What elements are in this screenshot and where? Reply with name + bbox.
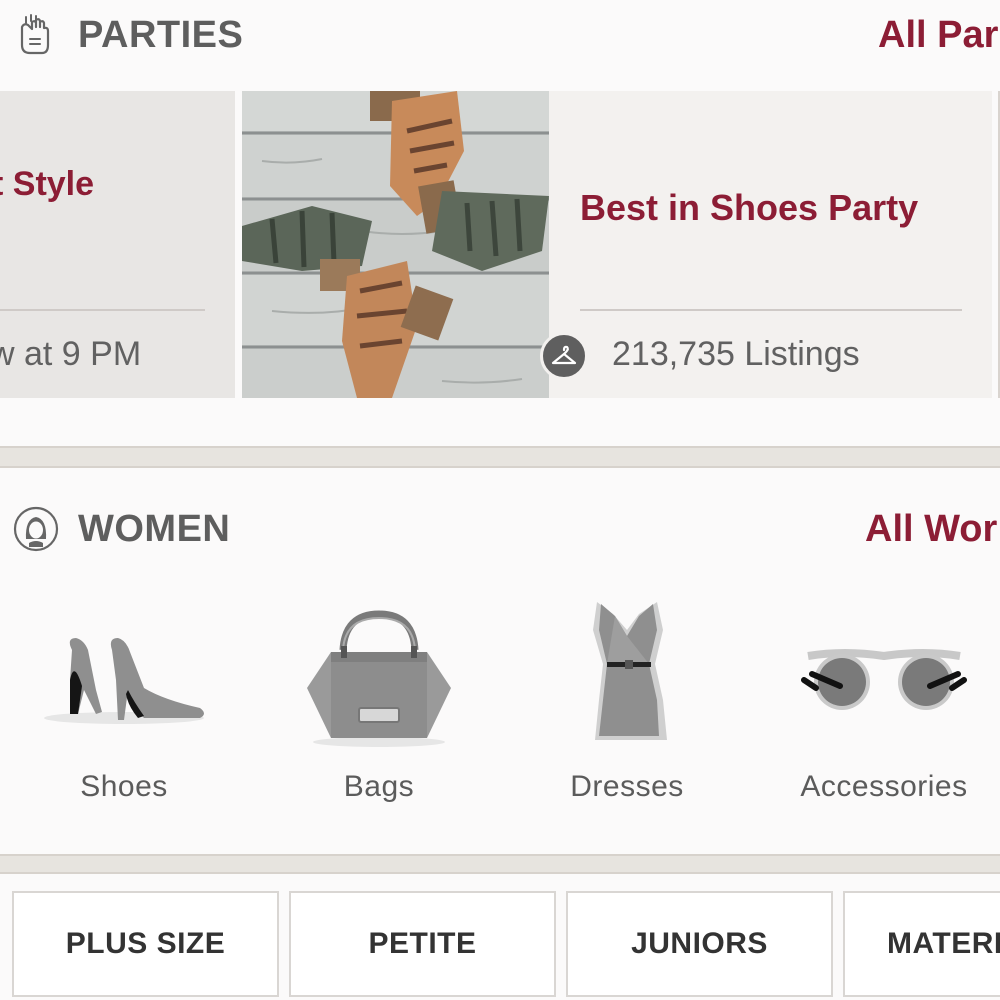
parties-header: PARTIES All Par — [0, 0, 1000, 70]
hanger-icon — [540, 332, 588, 380]
category-dresses[interactable]: Dresses — [507, 590, 747, 810]
category-label: Bags — [343, 770, 415, 803]
party-card-best-in-shoes[interactable]: Best in Shoes Party 213,735 Listings — [242, 91, 992, 398]
party-carousel[interactable]: t Style w at 9 PM Best in Shoes Party 21… — [0, 91, 1000, 398]
women-header: WOMEN All Wor — [0, 494, 1000, 564]
dress-icon — [593, 602, 667, 740]
heels-icon — [44, 638, 204, 724]
plus-size-button[interactable]: PLUS SIZE — [12, 891, 279, 997]
parties-title: PARTIES — [78, 13, 244, 56]
party-card[interactable]: t Style w at 9 PM — [0, 91, 235, 398]
sunglasses-icon — [801, 649, 967, 710]
juniors-button[interactable]: JUNIORS — [566, 891, 833, 997]
maternity-button[interactable]: MATERI — [843, 891, 1000, 997]
section-divider — [0, 446, 1000, 468]
category-shoes[interactable]: Shoes — [4, 590, 244, 810]
woman-face-icon — [13, 506, 59, 552]
party-cover-image — [242, 91, 549, 398]
petite-button[interactable]: PETITE — [289, 891, 556, 997]
divider — [0, 309, 205, 311]
all-parties-link[interactable]: All Par — [878, 14, 998, 57]
category-label: Shoes — [80, 770, 168, 803]
handbag-icon — [307, 610, 451, 747]
section-divider — [0, 854, 1000, 874]
listings-count: 213,735 Listings — [612, 335, 860, 373]
party-hand-icon — [20, 14, 50, 55]
divider — [580, 309, 962, 311]
category-label: Accessories — [800, 770, 968, 803]
party-time: w at 9 PM — [0, 335, 142, 373]
women-title: WOMEN — [78, 507, 231, 550]
party-title: t Style — [0, 165, 95, 203]
category-accessories[interactable]: Accessories — [764, 590, 1000, 810]
category-label: Dresses — [570, 770, 684, 803]
party-title: Best in Shoes Party — [580, 187, 919, 228]
all-women-link[interactable]: All Wor — [865, 508, 997, 551]
category-bags[interactable]: Bags — [259, 590, 499, 810]
